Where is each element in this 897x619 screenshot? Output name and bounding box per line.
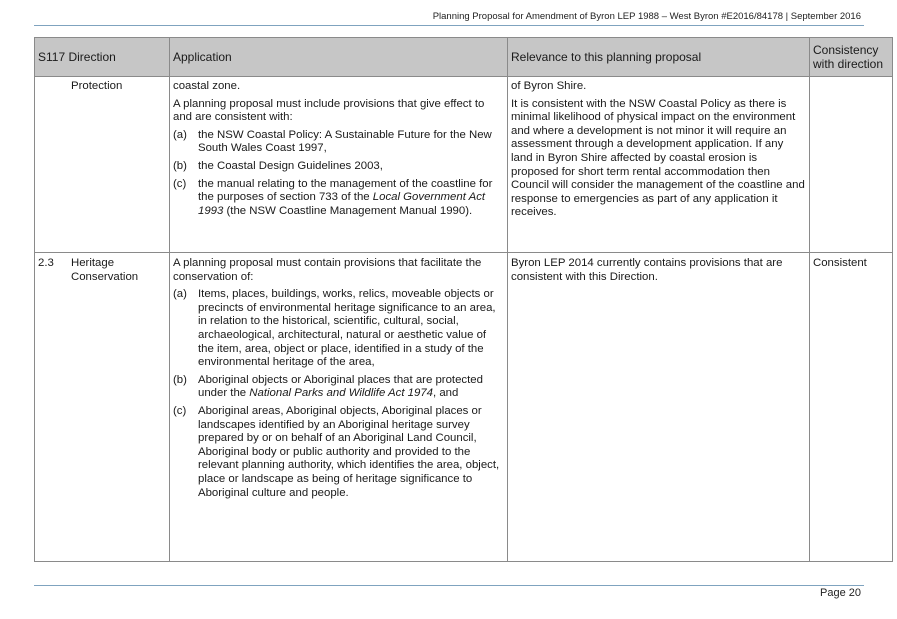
- list-item: (a) Items, places, buildings, works, rel…: [173, 288, 504, 370]
- list-item-text: Aboriginal areas, Aboriginal objects, Ab…: [198, 404, 500, 499]
- column-header-direction: S117 Direction: [34, 37, 170, 77]
- column-header-relevance: Relevance to this planning proposal: [507, 37, 810, 77]
- direction-cell: 2.3 Heritage Conservation: [34, 252, 170, 562]
- header-rule: [34, 25, 864, 26]
- list-item-label: (b): [173, 159, 187, 172]
- relevance-continuation: of Byron Shire.: [511, 80, 587, 92]
- table-row: 2.3 Heritage Conservation A planning pro…: [34, 252, 893, 562]
- list-item-text: the manual relating to the management of…: [198, 178, 504, 219]
- list-item: (c) Aboriginal areas, Aboriginal objects…: [173, 405, 504, 500]
- list-item: (b) Aboriginal objects or Aboriginal pla…: [173, 374, 504, 401]
- application-intro: coastal zone.: [173, 80, 241, 92]
- direction-title: Protection: [71, 80, 123, 92]
- list-item-label: (c): [173, 404, 187, 417]
- relevance-cell: of Byron Shire. It is consistent with th…: [507, 76, 810, 253]
- list-item: (a) the NSW Coastal Policy: A Sustainabl…: [173, 129, 504, 156]
- s117-directions-table: S117 Direction Application Relevance to …: [34, 37, 893, 562]
- consistency-cell: [809, 76, 893, 253]
- list-item-label: (a): [173, 128, 187, 141]
- direction-number: [38, 80, 71, 94]
- document-header: Planning Proposal for Amendment of Byron…: [432, 11, 861, 22]
- relevance-cell: Byron LEP 2014 currently contains provis…: [507, 252, 810, 562]
- column-header-application: Application: [169, 37, 508, 77]
- list-item-text: the NSW Coastal Policy: A Sustainable Fu…: [198, 128, 492, 155]
- act-title: National Parks and Wildlife Act 1974: [249, 387, 434, 400]
- list-item-text-end: (the NSW Coastline Management Manual 199…: [223, 204, 473, 217]
- page-number: Page 20: [820, 587, 861, 599]
- relevance-text: It is consistent with the NSW Coastal Po…: [511, 97, 805, 219]
- list-item: (c) the manual relating to the managemen…: [173, 178, 504, 219]
- direction-title: Heritage Conservation: [71, 257, 139, 283]
- consistency-cell: Consistent: [809, 252, 893, 562]
- list-item-text: Aboriginal objects or Aboriginal places …: [198, 374, 504, 401]
- list-item-label: (b): [173, 373, 187, 386]
- application-paragraph: A planning proposal must contain provisi…: [173, 257, 482, 283]
- table-row: Protection coastal zone. A planning prop…: [34, 76, 893, 253]
- list-item-text: the Coastal Design Guidelines 2003,: [198, 159, 383, 172]
- footer-rule: [34, 585, 864, 586]
- direction-cell: Protection: [34, 76, 170, 253]
- list-item-label: (c): [173, 177, 187, 190]
- application-paragraph: A planning proposal must include provisi…: [173, 97, 485, 124]
- application-cell: A planning proposal must contain provisi…: [169, 252, 508, 562]
- column-header-consistency: Consistency with direction: [809, 37, 893, 77]
- direction-number: 2.3: [38, 257, 54, 269]
- list-item-text-end: , and: [433, 387, 459, 400]
- table-header-row: S117 Direction Application Relevance to …: [34, 37, 893, 77]
- list-item: (b) the Coastal Design Guidelines 2003,: [173, 160, 504, 174]
- list-item-text: Items, places, buildings, works, relics,…: [198, 288, 496, 369]
- list-item-label: (a): [173, 288, 187, 301]
- application-cell: coastal zone. A planning proposal must i…: [169, 76, 508, 253]
